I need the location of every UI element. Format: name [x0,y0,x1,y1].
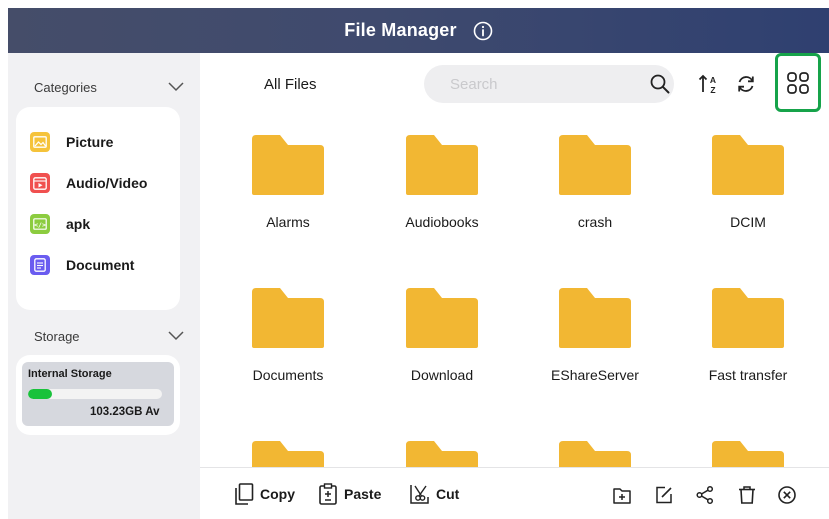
folder-name: Alarms [266,214,310,230]
folder-icon [559,135,631,195]
categories-label: Categories [34,79,97,95]
storage-header[interactable]: Storage [34,326,184,346]
internal-storage-tile[interactable]: Internal Storage 103.23GB Av [22,362,174,426]
grid-view-button[interactable] [775,53,821,112]
folder-item[interactable] [535,425,655,467]
delete-icon[interactable] [736,484,758,506]
title-bar: File Manager [8,8,829,53]
search-placeholder: Search [450,75,498,93]
category-audio-video[interactable]: Audio/Video [30,171,147,195]
paste-icon [319,483,337,505]
search-icon[interactable] [649,73,671,100]
folder-item[interactable] [688,425,808,467]
folder-item[interactable]: Download [382,272,502,383]
close-circle-icon[interactable] [776,484,798,506]
cut-label: Cut [436,486,460,502]
new-folder-icon[interactable] [611,484,633,506]
category-label: Picture [66,134,114,150]
paste-button[interactable]: Paste [318,483,381,505]
folder-item[interactable]: Alarms [228,119,348,230]
folder-name: Fast transfer [708,367,788,383]
folder-icon [406,288,478,348]
document-icon [30,255,50,275]
folder-name: EShareServer [551,367,639,383]
storage-usage-bar [28,389,162,399]
file-grid: Alarms Audiobooks crash DCIM Documents D… [200,119,829,467]
folder-item[interactable]: Fast transfer [688,272,808,383]
scissors-icon [410,485,429,504]
folder-icon [559,441,631,467]
refresh-icon[interactable] [733,71,759,97]
folder-name: Documents [252,367,324,383]
category-apk[interactable]: </> apk [30,212,90,236]
rename-icon[interactable] [653,484,675,506]
sidebar: Categories Picture Audio/Video </> apk D… [8,53,200,519]
app-title: File Manager [344,20,457,40]
folder-item[interactable] [228,425,348,467]
folder-icon [252,135,324,195]
folder-name: Audiobooks [405,214,479,230]
video-icon [30,173,50,193]
folder-item[interactable] [382,425,502,467]
category-label: Audio/Video [66,175,148,191]
folder-icon [406,135,478,195]
folder-item[interactable]: Audiobooks [382,119,502,230]
share-icon[interactable] [694,484,716,506]
copy-label: Copy [260,486,295,502]
top-toolbar: All Files Search AZ [200,53,829,119]
sort-az-icon[interactable]: AZ [696,71,722,97]
category-label: apk [66,216,91,232]
bottom-action-bar: Copy Paste Cut [200,467,829,519]
folder-name: crash [577,214,613,230]
folder-item[interactable]: DCIM [688,119,808,230]
category-picture[interactable]: Picture [30,130,113,154]
folder-item[interactable]: Documents [228,272,348,383]
folder-icon [252,288,324,348]
picture-icon [30,132,50,152]
storage-name: Internal Storage [28,368,112,380]
apk-code-icon: </> [30,214,50,234]
grid-view-icon [787,71,809,94]
storage-card: Internal Storage 103.23GB Av [16,355,180,435]
svg-text:</>: </> [34,221,46,229]
categories-card: Picture Audio/Video </> apk Document [16,107,180,310]
category-label: Document [66,257,135,273]
folder-icon [252,441,324,467]
folder-icon [712,288,784,348]
category-document[interactable]: Document [30,253,134,277]
location-title: All Files [264,76,317,93]
paste-label: Paste [344,486,382,502]
storage-label: Storage [34,328,80,344]
folder-item[interactable]: crash [535,119,655,230]
copy-icon [235,483,254,505]
folder-icon [559,288,631,348]
folder-icon [406,441,478,467]
cut-button[interactable]: Cut [408,483,459,505]
chevron-down-icon [168,82,184,92]
folder-icon [712,441,784,467]
info-circle-icon[interactable] [473,21,493,41]
folder-icon [712,135,784,195]
copy-button[interactable]: Copy [234,483,295,505]
chevron-down-icon [168,331,184,341]
svg-text:Z: Z [710,85,715,95]
folder-name: DCIM [730,214,766,230]
folder-name: Download [410,367,474,383]
svg-text:A: A [710,75,716,85]
folder-item[interactable]: EShareServer [535,272,655,383]
search-input[interactable]: Search [424,65,674,103]
storage-available: 103.23GB Av [90,406,160,418]
storage-usage-fill [28,389,53,399]
categories-header[interactable]: Categories [34,77,184,97]
